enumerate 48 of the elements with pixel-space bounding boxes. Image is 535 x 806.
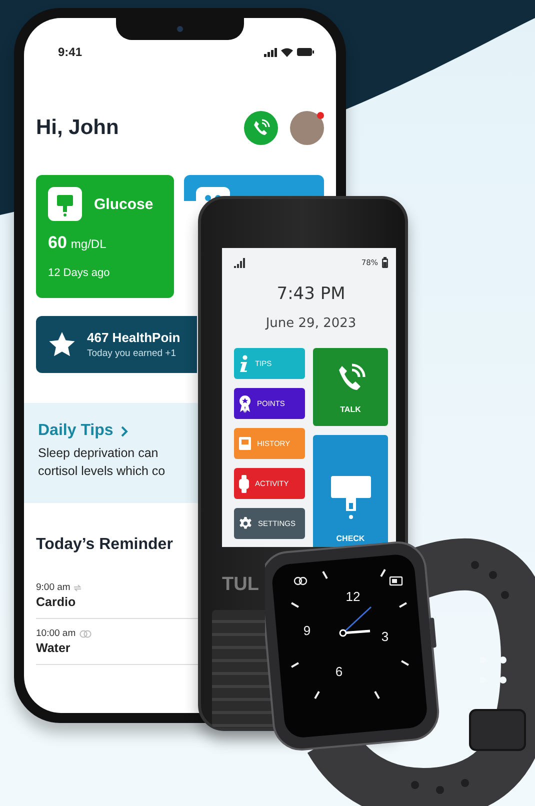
watch-numeral: 3 xyxy=(381,629,389,644)
glucose-value: 60 xyxy=(48,233,67,253)
glucose-unit: mg/DL xyxy=(70,237,106,251)
reminder-label: Cardio xyxy=(36,595,77,609)
call-button[interactable] xyxy=(244,111,278,145)
info-icon xyxy=(239,354,249,372)
phone-call-icon xyxy=(252,119,270,137)
star-icon xyxy=(49,332,75,357)
signal-icon xyxy=(234,258,246,268)
reminder-time: 10:00 am xyxy=(36,628,76,639)
status-time: 9:41 xyxy=(58,45,82,59)
glucose-meter-icon xyxy=(330,476,370,522)
brand-text: TUL xyxy=(222,574,259,596)
points-banner[interactable]: 467 HealthPoin Today you earned +1 xyxy=(36,316,197,373)
notification-dot xyxy=(317,112,324,119)
camera-icon xyxy=(177,26,183,32)
glucose-meter-icon xyxy=(48,187,82,221)
watch-numeral: 6 xyxy=(335,664,343,679)
greeting: Hi, John xyxy=(36,116,119,140)
date-text: June 29, 2023 xyxy=(264,316,358,331)
watch-icon xyxy=(239,474,249,492)
tile-button[interactable]: CHECK xyxy=(313,435,388,548)
chevron-right-icon[interactable] xyxy=(121,426,128,436)
signal-icon xyxy=(264,48,277,56)
clock-time: 7:43 PM xyxy=(276,284,346,304)
tips-title[interactable]: Daily Tips xyxy=(38,422,114,440)
watch-numeral: 9 xyxy=(303,623,311,638)
battery-icon xyxy=(297,48,314,56)
watch-numeral: 12 xyxy=(346,589,360,604)
book-icon xyxy=(239,437,251,450)
tip-text: cortisol levels which co xyxy=(38,463,166,479)
reminders-title: Today’s Reminder xyxy=(36,536,174,554)
points-title: 467 HealthPoin xyxy=(87,330,180,345)
gear-icon xyxy=(239,517,252,530)
card-note: 12 Days ago xyxy=(48,267,111,279)
repeat-icon xyxy=(73,584,82,592)
rings-icon xyxy=(78,630,92,638)
tile-button[interactable]: TALK xyxy=(313,348,388,426)
avatar[interactable] xyxy=(290,111,324,145)
reminder-time: 9:00 am xyxy=(36,582,70,593)
ribbon-icon xyxy=(239,394,251,412)
wifi-icon xyxy=(281,48,293,56)
battery-icon xyxy=(382,257,388,268)
card-title: Glucose xyxy=(94,196,154,212)
reminder-label: Water xyxy=(36,641,72,655)
glucose-card[interactable]: Glucose 60 mg/DL 12 Days ago xyxy=(36,175,174,298)
points-subtitle: Today you earned +1 xyxy=(87,348,177,359)
tip-text: Sleep deprivation can xyxy=(38,445,160,461)
